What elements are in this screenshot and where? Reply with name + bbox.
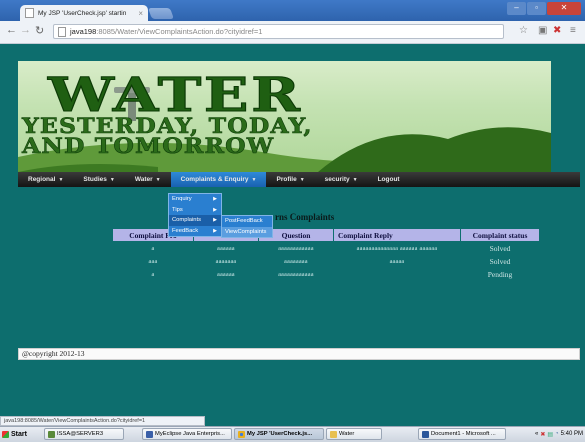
table-cell: aaaaaaaaaaaa — [278, 271, 314, 278]
status-cell: Solved — [489, 257, 511, 266]
url-path: :8085/Water/ViewComplaintsAction.do?city… — [96, 27, 263, 36]
folder-icon — [330, 430, 337, 438]
column-header: Complaint status — [460, 228, 540, 242]
menu-regional[interactable]: Regional ▼ — [18, 172, 73, 187]
page-title: rns Complaints — [275, 212, 335, 222]
bookmark-star-icon[interactable]: ☆ — [519, 25, 528, 36]
windows-taskbar: Start ISSA@SERVER3 MyEclipse Java Enterp… — [0, 426, 585, 442]
chevron-down-icon: ▼ — [58, 176, 64, 183]
chevron-down-icon: ▼ — [352, 176, 358, 183]
menu-profile[interactable]: Profile ▼ — [266, 172, 314, 187]
table-cell: aaaaaa — [217, 245, 235, 252]
status-cell: Solved — [489, 244, 511, 253]
chevron-right-icon: ▶ — [213, 206, 217, 213]
table-cell: aaaaaa — [217, 271, 235, 278]
page-icon — [58, 26, 66, 37]
table-cell: aaaaa — [389, 258, 405, 265]
close-window-icon[interactable]: ✕ — [547, 2, 581, 15]
page-menu-icon[interactable]: ▣ — [538, 25, 547, 36]
word-icon — [422, 430, 429, 438]
table-cell: a — [151, 271, 155, 278]
browser-tab[interactable]: My JSP 'UserCheck.jsp' startin × — [20, 5, 148, 21]
table-cell: aaaaaaaa — [284, 258, 308, 265]
page-icon — [25, 8, 34, 18]
system-tray: « ✖ ▤ ◔ 5:40 PM — [510, 428, 585, 440]
dropdown-item-complaints[interactable]: Complaints ▶ — [169, 215, 221, 226]
chrome-icon — [238, 430, 245, 438]
menu-security[interactable]: security ▼ — [315, 172, 368, 187]
taskbar-item-chrome[interactable]: My JSP 'UserCheck.js... — [234, 428, 324, 440]
main-menu: Regional ▼ Studies ▼ Water ▼ Complaints & E… — [18, 172, 580, 187]
browser-toolbar: ← → ↻ java198 :8085/Water/ViewComplaints… — [0, 21, 585, 44]
address-bar[interactable]: java198 :8085/Water/ViewComplaintsAction… — [53, 24, 504, 39]
clock: 5:40 PM — [560, 431, 583, 437]
chevron-down-icon: ▼ — [109, 176, 115, 183]
windows-logo-icon — [2, 430, 9, 438]
menu-studies[interactable]: Studies ▼ — [73, 172, 124, 187]
water-banner: WATER YESTERDAY, TODAY, AND TOMORROW — [18, 61, 551, 172]
table-cell: a — [151, 245, 155, 252]
start-button[interactable]: Start — [2, 428, 42, 440]
tray-app-icon[interactable]: ✖ — [540, 431, 545, 438]
network-icon[interactable]: ▤ — [547, 431, 553, 438]
chevron-right-icon: ▶ — [213, 196, 217, 202]
maximize-icon[interactable]: ▫ — [527, 2, 546, 15]
submenu-item-postfeedback[interactable]: PostFeedBack — [222, 216, 272, 227]
forward-arrow-icon[interactable]: → — [20, 24, 31, 36]
column-header: Complaint Reply — [333, 228, 461, 242]
back-arrow-icon[interactable]: ← — [6, 24, 17, 36]
menu-water[interactable]: Water ▼ — [125, 172, 171, 187]
chevron-down-icon: ▼ — [299, 176, 305, 183]
taskbar-item-myeclipse[interactable]: MyEclipse Java Enterpris... — [142, 428, 232, 440]
window-titlebar: My JSP 'UserCheck.jsp' startin × – ▫ ✕ — [0, 0, 585, 21]
banner-tagline-line2: AND TOMORROW — [22, 133, 275, 159]
chevron-down-icon: ▼ — [251, 176, 257, 183]
table-cell: aaa — [148, 258, 158, 265]
status-cell: Pending — [487, 270, 513, 279]
table-cell: aaaaaaaaaaaaaa aaaaaa aaaaaa — [356, 245, 438, 252]
extension-icon[interactable]: ✖ — [553, 25, 561, 36]
dropdown-item-feedback[interactable]: FeedBack ▶ — [169, 226, 221, 237]
footer-copyright: @copyright 2012-13 — [18, 348, 580, 360]
chevron-right-icon: ▶ — [213, 227, 217, 234]
remote-desktop-icon — [48, 430, 55, 438]
taskbar-item-water-folder[interactable]: Water — [326, 428, 382, 440]
complaints-dropdown: Enquiry ▶ Tips ▶ Complaints ▶ FeedBack ▶ — [168, 193, 222, 237]
volume-icon[interactable]: ◔ — [555, 431, 559, 437]
new-tab-button[interactable] — [147, 8, 175, 19]
menu-complaints-enquiry[interactable]: Complaints & Enquiry ▼ — [170, 172, 267, 187]
submenu-item-viewcomplaints[interactable]: ViewComplaints — [222, 226, 272, 237]
dropdown-item-enquiry[interactable]: Enquiry ▶ — [169, 194, 221, 205]
table-row: a aaaaaa aaaaaaaaaaaa aaaaaaaaaaaaaa aaa… — [113, 242, 540, 256]
taskbar-item-server[interactable]: ISSA@SERVER3 — [44, 428, 124, 440]
menu-logout[interactable]: Logout — [368, 172, 410, 187]
table-row: aaa aaaaaaa aaaaaaaa aaaaa Solved — [113, 255, 540, 268]
tab-title: My JSP 'UserCheck.jsp' startin — [38, 9, 127, 17]
wrench-menu-icon[interactable]: ≡ — [570, 25, 576, 36]
complaints-submenu: PostFeedBack ViewComplaints — [221, 215, 273, 238]
chevron-right-icon: ▶ — [213, 217, 217, 223]
table-cell: aaaaaaa — [215, 258, 237, 265]
table-row: a aaaaaa aaaaaaaaaaaa Pending — [113, 268, 540, 281]
url-host: java198 — [70, 27, 97, 36]
chevron-down-icon: ▼ — [155, 176, 161, 183]
minimize-icon[interactable]: – — [507, 2, 526, 15]
table-cell: aaaaaaaaaaaa — [278, 245, 314, 252]
tab-close-icon[interactable]: × — [138, 9, 143, 18]
taskbar-item-word[interactable]: Document1 - Microsoft ... — [418, 428, 506, 440]
dropdown-item-tips[interactable]: Tips ▶ — [169, 205, 221, 216]
tray-expand-icon[interactable]: « — [535, 431, 538, 437]
table-cell — [334, 268, 461, 281]
myeclipse-icon — [146, 430, 153, 438]
reload-icon[interactable]: ↻ — [35, 24, 44, 37]
status-bar-url: java198:8085/Water/ViewComplaintsAction.… — [0, 416, 205, 426]
